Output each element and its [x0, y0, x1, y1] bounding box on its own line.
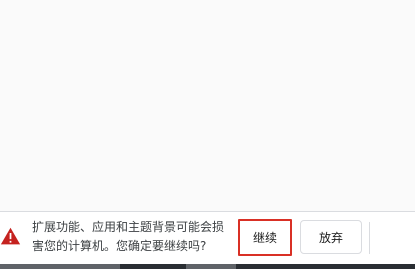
warning-message-line-2: 害您的计算机。您确定要继续吗?	[32, 239, 207, 253]
warning-message: 扩展功能、应用和主题背景可能会损 害您的计算机。您确定要继续吗?	[32, 218, 228, 256]
download-warning-bar: 扩展功能、应用和主题背景可能会损 害您的计算机。您确定要继续吗? 继续 放弃	[0, 211, 415, 269]
discard-button[interactable]: 放弃	[300, 220, 362, 254]
warning-message-line-1: 扩展功能、应用和主题背景可能会损	[32, 220, 225, 234]
warning-triangle-icon	[0, 227, 21, 245]
continue-button[interactable]: 继续	[238, 219, 292, 256]
taskbar-item-active[interactable]	[186, 264, 236, 269]
divider	[369, 222, 370, 254]
page-content-area	[0, 0, 415, 211]
taskbar-item[interactable]	[0, 264, 120, 269]
